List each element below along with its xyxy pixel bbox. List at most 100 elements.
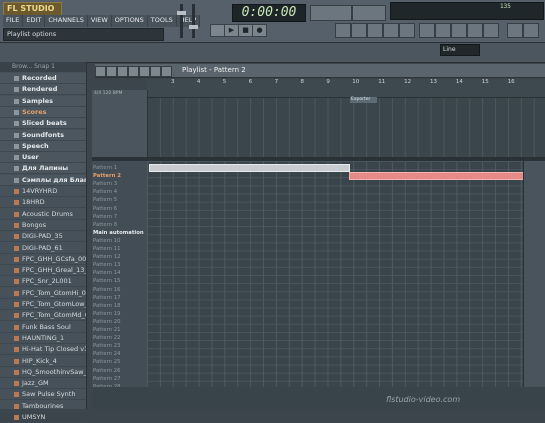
track-label[interactable]: Pattern 7	[92, 213, 147, 221]
browser-file[interactable]: FPC_Snr_2L001	[0, 276, 86, 288]
brush-icon[interactable]	[117, 66, 128, 77]
ruler-tick: 9	[326, 79, 330, 85]
arrow-cursor-icon[interactable]	[95, 66, 106, 77]
track-label[interactable]: Main automation	[92, 229, 147, 237]
save-icon[interactable]	[435, 23, 451, 38]
browser-file[interactable]: FPC_Tom_GtomMd_0	[0, 310, 86, 322]
track-label[interactable]: Pattern 6	[92, 205, 147, 213]
track-label[interactable]: Pattern 5	[92, 196, 147, 204]
tools-icon[interactable]	[451, 23, 467, 38]
delete-icon[interactable]	[128, 66, 139, 77]
track-label[interactable]: Pattern 2	[92, 172, 147, 180]
browser-folder[interactable]: Scores	[0, 106, 86, 118]
track-label[interactable]: Pattern 13	[92, 261, 147, 269]
browser-header[interactable]: Brow... Snap 1	[0, 62, 86, 72]
record-icon[interactable]: ●	[252, 24, 267, 37]
pattern-grid[interactable]	[147, 161, 523, 387]
piano-roll-icon[interactable]	[367, 23, 383, 38]
track-label[interactable]: Pattern 8	[92, 221, 147, 229]
browser-folder[interactable]: Speech	[0, 140, 86, 152]
browser-folder[interactable]: Rendered	[0, 84, 86, 96]
horizontal-scrollbar[interactable]	[92, 387, 545, 409]
track-label[interactable]: Pattern 21	[92, 326, 147, 334]
track-label[interactable]: Pattern 15	[92, 277, 147, 285]
browser-file[interactable]: FPC_GHH_GCsfa_004	[0, 254, 86, 265]
browser-folder[interactable]: Для Лапины	[0, 163, 86, 175]
magnifier-icon[interactable]	[507, 23, 523, 38]
browser-file[interactable]: Tambourines	[0, 401, 86, 412]
track-label[interactable]: Pattern 25	[92, 358, 147, 366]
mixer-icon[interactable]	[399, 23, 415, 38]
track-label[interactable]: Pattern 22	[92, 334, 147, 342]
song-grid[interactable]	[147, 97, 545, 157]
track-label[interactable]: Pattern 16	[92, 286, 147, 294]
help-icon[interactable]	[483, 23, 499, 38]
browser-file[interactable]: FPC_Tom_GtomHi_0	[0, 288, 86, 299]
browser-file[interactable]: 14VRYHRD	[0, 186, 86, 197]
browser-file[interactable]: HAUNTING_1	[0, 333, 86, 344]
track-label[interactable]: Pattern 27	[92, 375, 147, 383]
browser-file[interactable]: UMSYN	[0, 412, 86, 423]
snap-selector[interactable]: Line	[440, 44, 480, 56]
track-label[interactable]: Pattern 19	[92, 310, 147, 318]
master-sliders[interactable]	[176, 3, 200, 39]
track-label[interactable]: Pattern 3	[92, 180, 147, 188]
browser-file[interactable]: Acoustic Drums	[0, 209, 86, 220]
browser-file[interactable]: Bongos	[0, 220, 86, 231]
browser-folder[interactable]: User	[0, 152, 86, 164]
timeline-marker[interactable]: Exporter	[350, 97, 377, 103]
menu-file[interactable]: FILE	[3, 15, 24, 27]
menu-edit[interactable]: EDIT	[23, 15, 46, 27]
track-label[interactable]: Pattern 17	[92, 294, 147, 302]
pattern-display[interactable]	[352, 5, 386, 21]
plugin-icon[interactable]	[467, 23, 483, 38]
menu-options[interactable]: OPTIONS	[111, 15, 148, 27]
step-sequencer-icon[interactable]	[351, 23, 367, 38]
pattern-clip-1[interactable]	[149, 164, 350, 172]
wrench-icon[interactable]	[523, 23, 539, 38]
track-label[interactable]: Pattern 23	[92, 342, 147, 350]
browser-file[interactable]: DIGI-PAD_35	[0, 231, 86, 243]
browser-file[interactable]: HIP_Kick_4	[0, 356, 86, 367]
browser-file[interactable]: Funk Bass Soul	[0, 322, 86, 333]
slice-icon[interactable]	[150, 66, 161, 77]
track-label[interactable]: Pattern 12	[92, 253, 147, 261]
browser-file[interactable]: Hi-Hat Tip Closed v1-	[0, 344, 86, 356]
gear-icon[interactable]	[419, 23, 435, 38]
browser-folder[interactable]: Сэмплы для Благов	[0, 174, 86, 186]
stop-icon[interactable]: ■	[238, 24, 253, 37]
browser-folder[interactable]: Samples	[0, 95, 86, 107]
tempo-display[interactable]	[310, 5, 352, 21]
select-icon[interactable]	[161, 66, 172, 77]
track-label[interactable]: Pattern 4	[92, 188, 147, 196]
browser-file[interactable]: FPC_Tom_GtomLow_	[0, 299, 86, 310]
playlist-icon[interactable]	[335, 23, 351, 38]
browser-file[interactable]: DIGI-PAD_61	[0, 243, 86, 254]
track-label[interactable]: Pattern 18	[92, 302, 147, 310]
browser-file[interactable]: FPC_GHH_Greal_13_	[0, 265, 86, 277]
browser-file[interactable]: Jazz_GM	[0, 378, 86, 390]
track-label[interactable]: Pattern 1	[92, 164, 147, 172]
menu-tools[interactable]: TOOLS	[147, 15, 177, 27]
browser-file[interactable]: Saw Pulse Synth	[0, 389, 86, 401]
track-label[interactable]: Pattern 14	[92, 269, 147, 277]
track-label[interactable]: Pattern 26	[92, 367, 147, 375]
browser-folder[interactable]: Recorded	[0, 73, 86, 84]
browser-folder[interactable]: Soundfonts	[0, 129, 86, 141]
mute-icon[interactable]	[139, 66, 150, 77]
pattern-clip-2[interactable]	[349, 172, 525, 180]
pencil-icon[interactable]	[106, 66, 117, 77]
browser-file[interactable]: HQ_SmoothinvSaw_	[0, 367, 86, 378]
browser-folder[interactable]: Sliced beats	[0, 118, 86, 130]
browser-icon[interactable]	[383, 23, 399, 38]
menu-view[interactable]: VIEW	[87, 15, 112, 27]
pat-song-toggle[interactable]	[210, 24, 225, 37]
vertical-scrollbar[interactable]	[523, 161, 545, 387]
track-label[interactable]: Pattern 24	[92, 350, 147, 358]
browser-file[interactable]: 18HRD	[0, 197, 86, 209]
track-label[interactable]: Pattern 20	[92, 318, 147, 326]
play-icon[interactable]: ▶	[224, 24, 239, 37]
menu-channels[interactable]: CHANNELS	[45, 15, 88, 27]
track-label[interactable]: Pattern 10	[92, 237, 147, 245]
track-label[interactable]: Pattern 11	[92, 245, 147, 253]
